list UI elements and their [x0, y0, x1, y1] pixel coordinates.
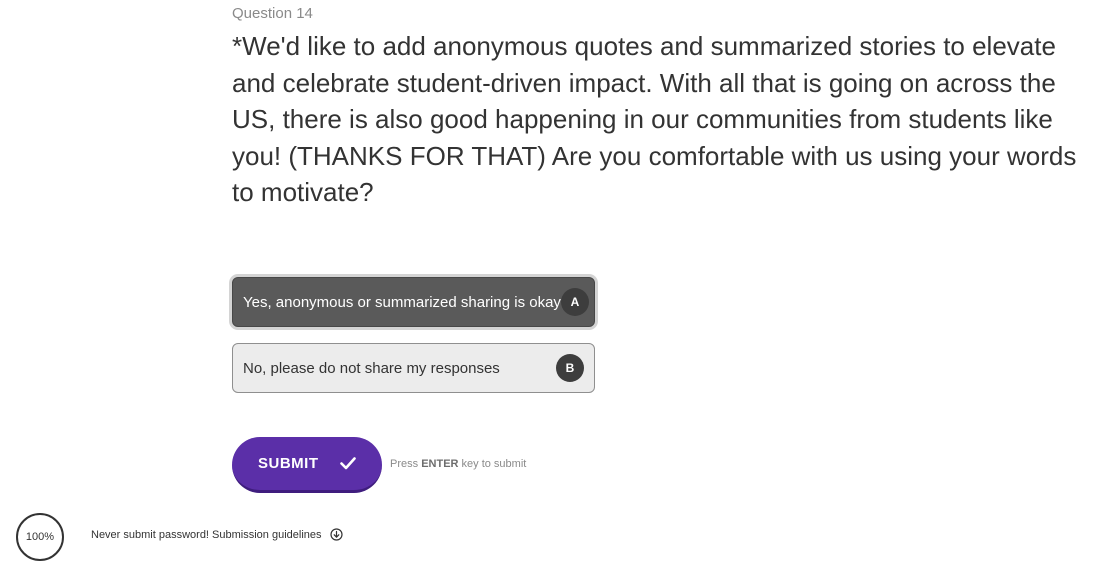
- hint-prefix: Press: [390, 458, 419, 470]
- choice-label: No, please do not share my responses: [243, 359, 500, 377]
- circle-arrow-down-icon[interactable]: [329, 528, 343, 541]
- submit-hint: Press ENTER key to submit: [390, 458, 526, 470]
- check-icon: [340, 457, 356, 470]
- hint-suffix: key to submit: [461, 458, 527, 470]
- progress-label: 100%: [25, 531, 55, 543]
- footer-note: Never submit password! Submission guidel…: [91, 528, 343, 541]
- hint-key: ENTER: [421, 458, 459, 470]
- footer-text: Never submit password! Submission guidel…: [91, 528, 322, 541]
- choice-label: Yes, anonymous or summarized sharing is …: [243, 293, 561, 311]
- survey-page: Question 14 *We'd like to add anonymous …: [0, 0, 1095, 567]
- question-text: *We'd like to add anonymous quotes and s…: [232, 31, 1077, 207]
- submit-label: SUBMIT: [258, 455, 319, 472]
- submit-button[interactable]: SUBMIT: [232, 437, 382, 493]
- choice-key-badge: B: [556, 354, 584, 382]
- question-number: Question 14: [232, 5, 313, 22]
- progress-indicator: 100%: [16, 513, 64, 561]
- choice-option-a[interactable]: Yes, anonymous or summarized sharing is …: [232, 277, 595, 327]
- choice-option-b[interactable]: No, please do not share my responses B: [232, 343, 595, 393]
- choice-key-badge: A: [560, 288, 589, 316]
